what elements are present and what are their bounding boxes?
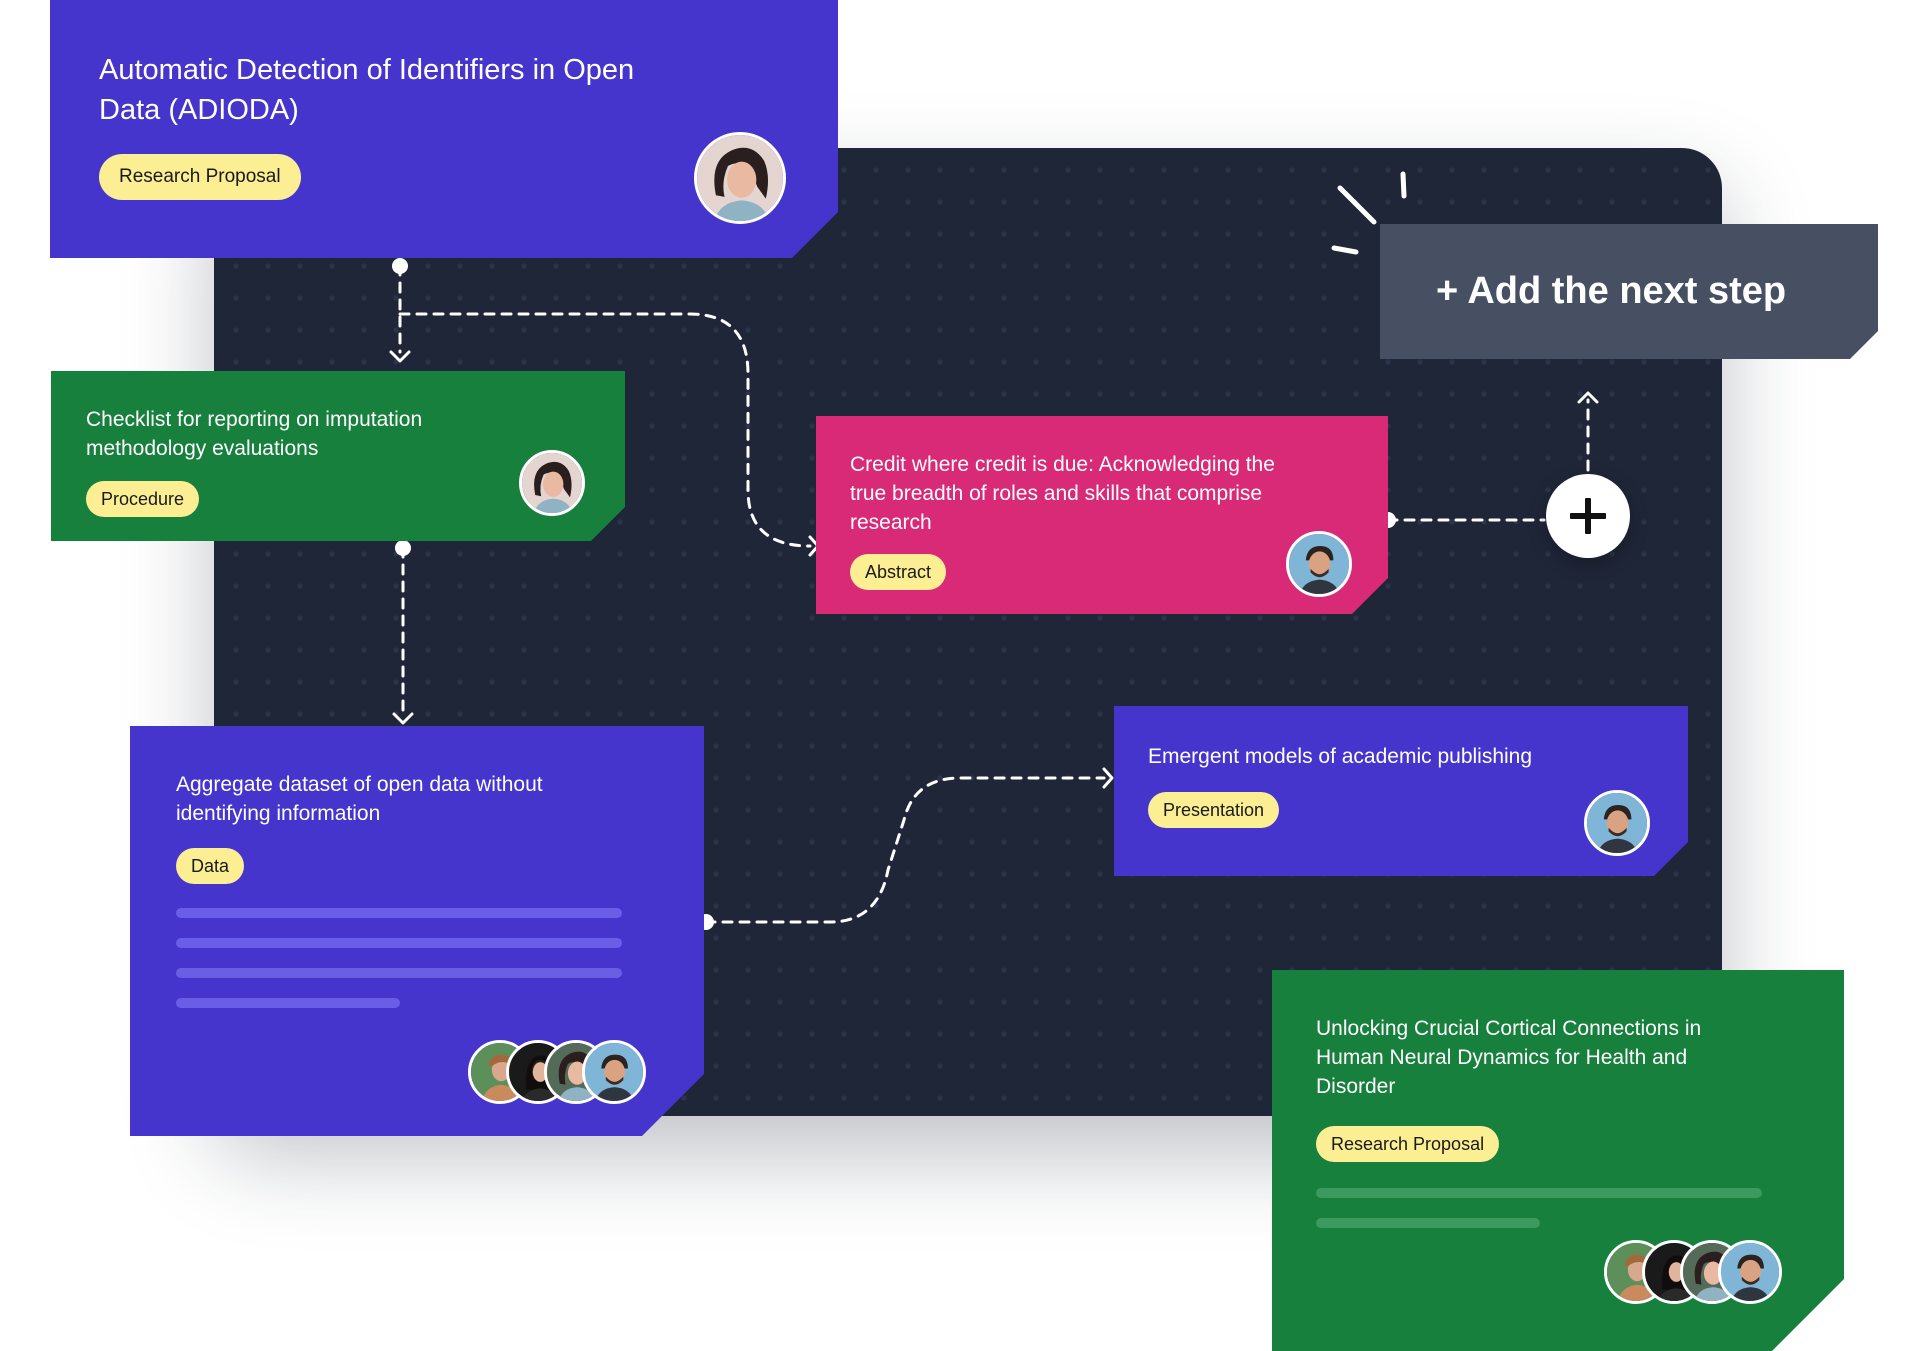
card-aggregate[interactable]: Aggregate dataset of open data without i…	[130, 726, 704, 1136]
card-title: Emergent models of academic publishing	[1148, 745, 1533, 768]
card-title: Aggregate dataset of open data without i…	[176, 773, 543, 825]
card-unlocking[interactable]: Unlocking Crucial Cortical Connections i…	[1272, 970, 1844, 1351]
port-checklist-out	[395, 540, 411, 556]
add-next-step-button[interactable]: + Add the next step	[1380, 224, 1878, 359]
placeholder-line	[176, 998, 400, 1008]
arrow-head-aggregate	[392, 712, 414, 725]
avatar	[519, 450, 585, 516]
card-badge: Procedure	[86, 481, 199, 517]
card-badge: Data	[176, 848, 244, 884]
card-adioda[interactable]: Automatic Detection of Identifiers in Op…	[50, 0, 838, 258]
avatar	[1584, 790, 1650, 856]
avatar-stack	[468, 1040, 646, 1104]
placeholder-line	[1316, 1188, 1762, 1198]
placeholder-line	[176, 938, 622, 948]
card-title: Checklist for reporting on imputation me…	[86, 408, 423, 460]
placeholder-line	[176, 908, 622, 918]
add-next-step-label: + Add the next step	[1436, 270, 1787, 312]
add-step-plus-button[interactable]	[1546, 474, 1630, 558]
card-badge: Research Proposal	[1316, 1126, 1499, 1162]
avatar	[1718, 1240, 1782, 1304]
card-title: Credit where credit is due: Acknowledgin…	[850, 453, 1275, 534]
avatar-stack	[1604, 1240, 1782, 1304]
card-emergent[interactable]: Emergent models of academic publishing P…	[1114, 706, 1688, 876]
placeholder-line	[1316, 1218, 1540, 1228]
port-adioda-out	[392, 258, 408, 274]
card-credit[interactable]: Credit where credit is due: Acknowledgin…	[816, 416, 1388, 614]
card-title: Automatic Detection of Identifiers in Op…	[99, 54, 635, 126]
placeholder-line	[176, 968, 622, 978]
connector-aggregate-emergent	[704, 776, 1106, 924]
card-badge: Abstract	[850, 554, 946, 590]
card-badge: Research Proposal	[99, 154, 301, 200]
card-badge: Presentation	[1148, 792, 1279, 828]
avatar	[1286, 531, 1352, 597]
avatar	[582, 1040, 646, 1104]
avatar	[694, 132, 786, 224]
card-title: Unlocking Crucial Cortical Connections i…	[1316, 1017, 1702, 1098]
card-checklist[interactable]: Checklist for reporting on imputation me…	[51, 371, 625, 541]
plus-icon	[1570, 498, 1606, 534]
